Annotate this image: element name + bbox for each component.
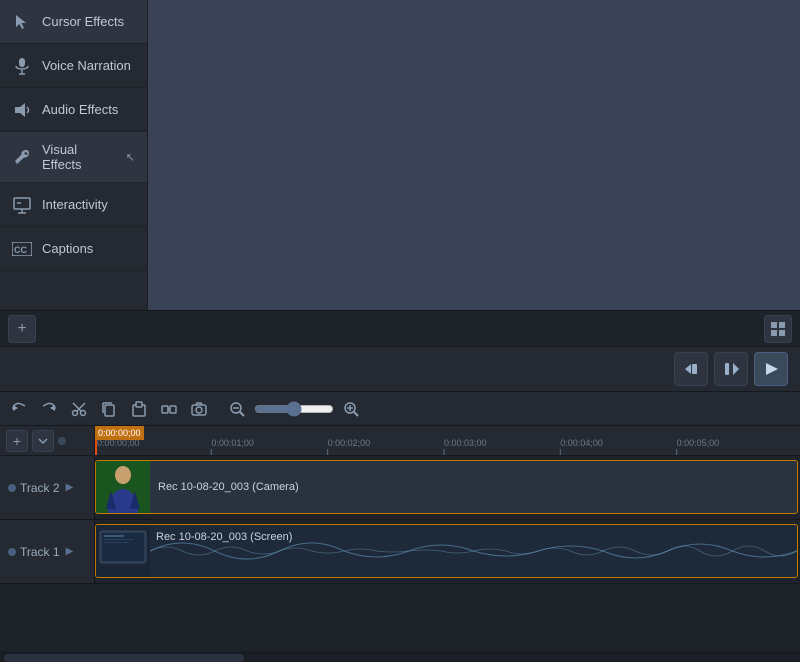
track-2-arrow: ▶ <box>66 482 74 493</box>
timeline-scrollbar[interactable] <box>0 652 800 662</box>
track-2-clip-label: Rec 10-08-20_003 (Camera) <box>150 481 307 493</box>
preview-area <box>148 0 800 310</box>
track-2-clip[interactable]: Rec 10-08-20_003 (Camera) <box>95 460 798 514</box>
rewind-button[interactable] <box>674 352 708 386</box>
sidebar-item-cursor-effects[interactable]: Cursor Effects <box>0 0 147 44</box>
play-pause-button[interactable] <box>714 352 748 386</box>
track-2-clip-thumbnail <box>96 461 150 513</box>
svg-text:CC: CC <box>14 245 27 255</box>
scrollbar-thumb[interactable] <box>4 654 244 662</box>
playback-bar <box>0 346 800 392</box>
timeline-section: + 0:00:00;00 <box>0 392 800 662</box>
zoom-slider-input[interactable] <box>254 401 334 417</box>
top-section: Cursor Effects Voice Narration <box>0 0 800 310</box>
cursor-icon <box>12 12 32 32</box>
track-1-clip-thumbnail <box>96 525 150 577</box>
timeline-left-panel: + <box>0 426 95 455</box>
cursor-hover-indicator: ↖ <box>126 151 135 164</box>
track-2-content[interactable]: Rec 10-08-20_003 (Camera) <box>95 456 800 519</box>
mic-icon <box>12 56 32 76</box>
track-1-content[interactable]: Rec 10-08-20_003 (Screen) <box>95 520 800 583</box>
sidebar-audio-effects-label: Audio Effects <box>42 102 118 117</box>
preview-placeholder <box>148 0 800 310</box>
bottom-bar: + <box>0 310 800 346</box>
sidebar-item-audio-effects[interactable]: Audio Effects <box>0 88 147 132</box>
track-1-clip-label: Rec 10-08-20_003 (Screen) <box>156 531 292 543</box>
track-1-dot <box>8 548 16 556</box>
cut-button[interactable] <box>66 396 92 422</box>
track-1-clip[interactable]: Rec 10-08-20_003 (Screen) <box>95 524 798 578</box>
sidebar-item-visual-effects[interactable]: Visual Effects ↖ <box>0 132 147 183</box>
track-2-label: Track 2 ▶ <box>0 456 95 519</box>
track-1-name: Track 1 <box>20 545 60 559</box>
grid-button[interactable] <box>764 315 792 343</box>
sidebar-cursor-effects-label: Cursor Effects <box>42 14 124 29</box>
track-2-name: Track 2 <box>20 481 60 495</box>
sidebar-item-voice-narration[interactable]: Voice Narration <box>0 44 147 88</box>
play-button[interactable] <box>754 352 788 386</box>
zoom-controls <box>224 396 364 422</box>
add-button[interactable]: + <box>8 315 36 343</box>
track-1-row: Track 1 ▶ <box>0 520 800 584</box>
track-1-arrow: ▶ <box>66 546 74 557</box>
track-2-dot <box>8 484 16 492</box>
speaker-icon <box>12 100 32 120</box>
track-dot <box>58 437 66 445</box>
snap-button[interactable] <box>156 396 182 422</box>
sidebar-captions-label: Captions <box>42 241 93 256</box>
zoom-out-button[interactable] <box>224 396 250 422</box>
redo-button[interactable] <box>36 396 62 422</box>
snapshot-button[interactable] <box>186 396 212 422</box>
zoom-in-button[interactable] <box>338 396 364 422</box>
collapse-tracks-button[interactable] <box>32 430 54 452</box>
sidebar: Cursor Effects Voice Narration <box>0 0 148 310</box>
sidebar-voice-narration-label: Voice Narration <box>42 58 131 73</box>
track-1-label: Track 1 ▶ <box>0 520 95 583</box>
sidebar-interactivity-label: Interactivity <box>42 197 108 212</box>
monitor-icon <box>12 195 32 215</box>
timeline-toolbar <box>0 392 800 426</box>
wrench-icon <box>12 147 32 167</box>
copy-button[interactable] <box>96 396 122 422</box>
playhead-time: 0:00:00;00 <box>95 426 144 440</box>
timeline-ruler[interactable]: 0:00:00;00 0:00:00;00 0:00:01;00 0:00:02… <box>95 426 800 455</box>
paste-button[interactable] <box>126 396 152 422</box>
add-track-button[interactable]: + <box>6 430 28 452</box>
undo-button[interactable] <box>6 396 32 422</box>
timeline-tracks: + 0:00:00;00 <box>0 426 800 652</box>
track-2-row: Track 2 ▶ <box>0 456 800 520</box>
app-container: Cursor Effects Voice Narration <box>0 0 800 662</box>
sidebar-item-interactivity[interactable]: Interactivity <box>0 183 147 227</box>
cc-icon: CC <box>12 239 32 259</box>
sidebar-item-captions[interactable]: CC Captions <box>0 227 147 271</box>
timeline-ruler-row: + 0:00:00;00 <box>0 426 800 456</box>
sidebar-visual-effects-label: Visual Effects <box>42 142 116 172</box>
